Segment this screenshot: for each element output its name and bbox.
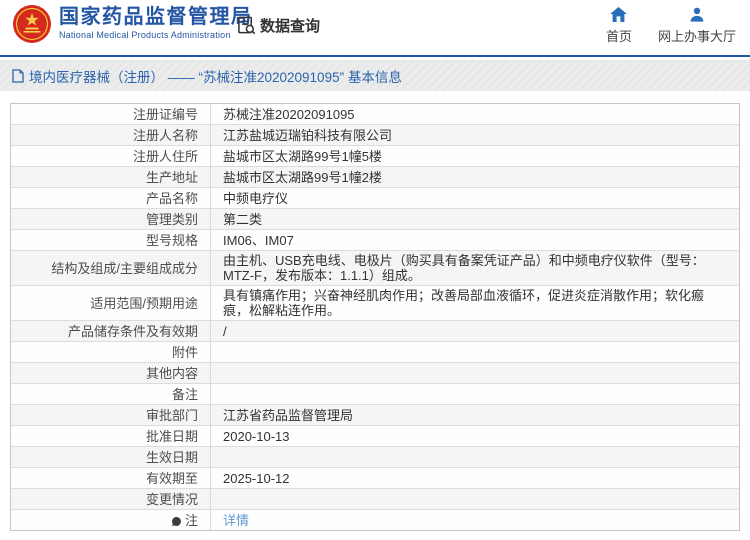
- home-icon: [610, 7, 628, 22]
- row-label: 适用范围/预期用途: [11, 286, 211, 320]
- table-row-note: 注 详情: [11, 510, 739, 530]
- table-row: 审批部门 江苏省药品监督管理局: [11, 405, 739, 426]
- row-value: 苏械注准20202091095: [223, 106, 355, 122]
- nav-item-label: 首页: [605, 29, 632, 44]
- nav-item-label: 网上办事大厅: [657, 29, 736, 44]
- top-nav: 首页 网上办事大厅: [606, 7, 736, 45]
- table-row: 结构及组成/主要组成成分 由主机、USB充电线、电极片（购买具有备案凭证产品）和中…: [11, 251, 739, 286]
- table-row: 产品储存条件及有效期 /: [11, 321, 739, 342]
- note-label: 注: [184, 512, 198, 528]
- row-label: 管理类别: [11, 209, 211, 229]
- data-query-label: 数据查询: [260, 18, 321, 35]
- row-label: 有效期至: [11, 468, 211, 488]
- data-query-section[interactable]: 数据查询: [237, 15, 320, 36]
- row-value: [211, 447, 739, 467]
- comment-icon: [171, 516, 182, 527]
- row-value: 中频电疗仪: [223, 190, 289, 206]
- table-row: 生效日期: [11, 447, 739, 468]
- table-row: 注册人名称 江苏盐城迈瑞铂科技有限公司: [11, 125, 739, 146]
- document-search-icon: [237, 16, 256, 35]
- row-value: [211, 363, 739, 383]
- row-label: 生产地址: [11, 167, 211, 187]
- agency-title-en: National Medical Products Administration: [59, 30, 231, 40]
- page-icon: [12, 68, 24, 83]
- table-row: 备注: [11, 384, 739, 405]
- row-label: 型号规格: [11, 230, 211, 250]
- table-row: 型号规格 IM06、IM07: [11, 230, 739, 251]
- table-row: 批准日期 2020-10-13: [11, 426, 739, 447]
- table-row: 生产地址 盐城市区太湖路99号1幢2楼: [11, 167, 739, 188]
- row-value: /: [223, 323, 227, 339]
- table-row: 有效期至 2025-10-12: [11, 468, 739, 489]
- row-label: 变更情况: [11, 489, 211, 509]
- person-icon: [689, 7, 705, 22]
- row-value: 江苏盐城迈瑞铂科技有限公司: [223, 127, 393, 143]
- page: { "header": { "logo": { "title_cn": "国家药…: [0, 0, 750, 540]
- registration-info-table: 注册证编号 苏械注准20202091095 注册人名称 江苏盐城迈瑞铂科技有限公司 …: [10, 103, 740, 531]
- table-row: 产品名称 中频电疗仪: [11, 188, 739, 209]
- row-value: 2020-10-13: [223, 428, 290, 444]
- row-value: IM06、IM07: [223, 232, 294, 248]
- row-label: 附件: [11, 342, 211, 362]
- row-label: 产品名称: [11, 188, 211, 208]
- row-value: 具有镇痛作用；兴奋神经肌肉作用；改善局部血液循环，促进炎症消散作用；软化瘢痕，松…: [223, 288, 705, 318]
- row-label: 批准日期: [11, 426, 211, 446]
- table-row: 适用范围/预期用途 具有镇痛作用；兴奋神经肌肉作用；改善局部血液循环，促进炎症消散…: [11, 286, 739, 321]
- agency-logo-text: 国家药品监督管理局 National Medical Products Admi…: [59, 7, 253, 40]
- row-label: 注册人住所: [11, 146, 211, 166]
- row-value: 由主机、USB充电线、电极片（购买具有备案凭证产品）和中频电疗仪软件（型号：MT…: [223, 253, 705, 283]
- row-value: [211, 342, 739, 362]
- row-value: [211, 384, 739, 404]
- table-row: 注册证编号 苏械注准20202091095: [11, 104, 739, 125]
- nav-item-service-hall[interactable]: 网上办事大厅: [658, 7, 736, 45]
- table-row: 附件: [11, 342, 739, 363]
- row-label: 注册人名称: [11, 125, 211, 145]
- table-row: 注册人住所 盐城市区太湖路99号1幢5楼: [11, 146, 739, 167]
- row-label: 审批部门: [11, 405, 211, 425]
- row-label: 注册证编号: [11, 104, 211, 124]
- row-value: 江苏省药品监督管理局: [223, 407, 354, 423]
- table-row: 变更情况: [11, 489, 739, 510]
- table-row: 其他内容: [11, 363, 739, 384]
- national-emblem-logo: [12, 4, 52, 44]
- row-value: 2025-10-12: [223, 470, 290, 486]
- breadcrumb: 境内医疗器械（注册） —— “苏械注准20202091095” 基本信息: [29, 69, 402, 85]
- row-label: 结构及组成/主要组成成分: [11, 251, 211, 285]
- row-value: 第二类: [223, 211, 263, 227]
- row-value: 盐城市区太湖路99号1幢2楼: [223, 169, 382, 185]
- row-label: 其他内容: [11, 363, 211, 383]
- row-value: 详情: [211, 510, 739, 530]
- row-label: 备注: [11, 384, 211, 404]
- details-link[interactable]: 详情: [223, 513, 249, 528]
- agency-title-cn: 国家药品监督管理局: [59, 6, 253, 28]
- site-header: 国家药品监督管理局 National Medical Products Admi…: [0, 0, 750, 57]
- breadcrumb-bar: 境内医疗器械（注册） —— “苏械注准20202091095” 基本信息: [0, 60, 750, 91]
- nav-item-home[interactable]: 首页: [606, 7, 632, 45]
- table-row: 管理类别 第二类: [11, 209, 739, 230]
- row-label: 产品储存条件及有效期: [11, 321, 211, 341]
- row-label: 生效日期: [11, 447, 211, 467]
- row-value: [211, 489, 739, 509]
- row-label: 注: [11, 510, 211, 530]
- row-value: 盐城市区太湖路99号1幢5楼: [223, 148, 382, 164]
